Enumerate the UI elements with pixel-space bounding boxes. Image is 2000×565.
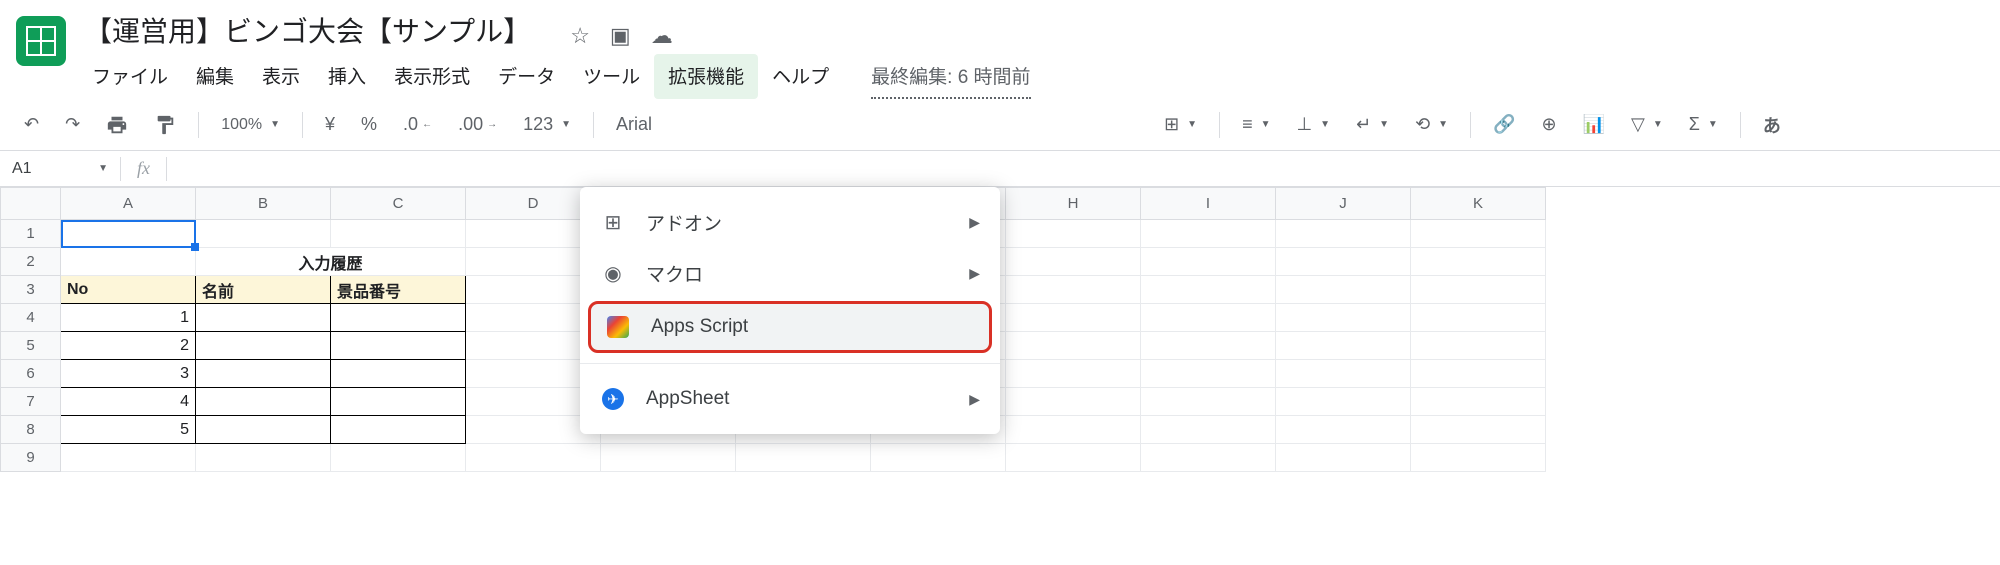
halign-button[interactable]: ≡▼	[1232, 108, 1280, 141]
row-header[interactable]: 6	[1, 360, 61, 388]
menu-format[interactable]: 表示形式	[380, 54, 484, 99]
dec-decrease-button[interactable]: .0←	[393, 108, 442, 141]
cell-A3[interactable]: No	[61, 276, 196, 304]
merge-button[interactable]: ⊞▼	[1154, 108, 1207, 141]
row-header[interactable]: 9	[1, 444, 61, 472]
document-title[interactable]: 【運営用】ビンゴ大会【サンプル】	[78, 12, 537, 51]
cell-C7[interactable]	[331, 388, 466, 416]
cell-C6[interactable]	[331, 360, 466, 388]
menu-item-appsheet[interactable]: ✈ AppSheet▶	[580, 374, 1000, 424]
chevron-right-icon: ▶	[969, 391, 980, 408]
macros-icon: ◉	[600, 261, 626, 287]
row-header[interactable]: 5	[1, 332, 61, 360]
chart-button[interactable]: 📊	[1573, 108, 1615, 141]
star-icon[interactable]: ☆	[570, 23, 590, 49]
percent-button[interactable]: %	[351, 108, 387, 141]
font-select[interactable]: Arial	[606, 108, 662, 141]
cell-B2[interactable]: 入力履歴	[196, 248, 466, 276]
link-button[interactable]: 🔗	[1483, 108, 1525, 141]
menu-item-macros[interactable]: ◉ マクロ▶	[580, 248, 1000, 299]
menu-data[interactable]: データ	[484, 54, 569, 99]
redo-button[interactable]: ↷	[55, 108, 90, 141]
chevron-right-icon: ▶	[969, 214, 980, 231]
select-all-corner[interactable]	[1, 188, 61, 220]
row-header[interactable]: 1	[1, 220, 61, 248]
cell-B7[interactable]	[196, 388, 331, 416]
ime-button[interactable]: あ	[1753, 106, 1791, 144]
fx-icon: fx	[121, 158, 166, 179]
menu-extensions[interactable]: 拡張機能	[654, 54, 758, 99]
col-header[interactable]: K	[1411, 188, 1546, 220]
comment-button[interactable]: ⊕	[1532, 108, 1567, 141]
menu-tools[interactable]: ツール	[569, 54, 654, 99]
cell-A5[interactable]: 2	[61, 332, 196, 360]
menu-item-addons[interactable]: ⊞ アドオン▶	[580, 197, 1000, 248]
cell-A8[interactable]: 5	[61, 416, 196, 444]
cell-B5[interactable]	[196, 332, 331, 360]
menu-item-apps-script[interactable]: Apps Script	[588, 301, 992, 353]
filter-button[interactable]: ▽▼	[1621, 108, 1673, 141]
row-header[interactable]: 7	[1, 388, 61, 416]
row-header[interactable]: 2	[1, 248, 61, 276]
menu-view[interactable]: 表示	[248, 54, 314, 99]
menu-help[interactable]: ヘルプ	[758, 54, 843, 99]
menubar: ファイル 編集 表示 挿入 表示形式 データ ツール 拡張機能 ヘルプ 最終編集…	[78, 54, 1031, 99]
print-button[interactable]	[96, 108, 138, 142]
extensions-menu: ⊞ アドオン▶ ◉ マクロ▶ Apps Script ✈ AppSheet▶	[580, 187, 1000, 434]
menu-edit[interactable]: 編集	[182, 54, 248, 99]
cell-C4[interactable]	[331, 304, 466, 332]
sheets-logo	[16, 16, 66, 66]
col-header[interactable]: I	[1141, 188, 1276, 220]
cell-A4[interactable]: 1	[61, 304, 196, 332]
appsheet-icon: ✈	[600, 386, 626, 412]
zoom-select[interactable]: 100%▼	[211, 110, 290, 140]
menu-file[interactable]: ファイル	[78, 54, 182, 99]
last-edit[interactable]: 最終編集: 6 時間前	[871, 54, 1030, 99]
undo-button[interactable]: ↶	[14, 108, 49, 141]
paint-format-button[interactable]	[144, 108, 186, 142]
toolbar: ↶ ↷ 100%▼ ¥ % .0← .00→ 123▼ Arial ⊞▼ ≡▼ …	[0, 99, 2000, 151]
move-icon[interactable]: ▣	[610, 23, 631, 49]
cell-C5[interactable]	[331, 332, 466, 360]
rotate-button[interactable]: ⟲▼	[1405, 108, 1458, 141]
cell-C8[interactable]	[331, 416, 466, 444]
col-header[interactable]: B	[196, 188, 331, 220]
addons-icon: ⊞	[600, 210, 626, 236]
wrap-button[interactable]: ↵▼	[1346, 108, 1399, 141]
col-header[interactable]: C	[331, 188, 466, 220]
dec-increase-button[interactable]: .00→	[448, 108, 507, 141]
currency-button[interactable]: ¥	[315, 108, 345, 141]
cell-B4[interactable]	[196, 304, 331, 332]
menu-insert[interactable]: 挿入	[314, 54, 380, 99]
name-box[interactable]: A1▼	[0, 160, 120, 178]
col-header[interactable]: J	[1276, 188, 1411, 220]
cell-A7[interactable]: 4	[61, 388, 196, 416]
cell-B6[interactable]	[196, 360, 331, 388]
cell-A6[interactable]: 3	[61, 360, 196, 388]
cell-B3[interactable]: 名前	[196, 276, 331, 304]
col-header[interactable]: H	[1006, 188, 1141, 220]
apps-script-icon	[605, 314, 631, 340]
row-header[interactable]: 4	[1, 304, 61, 332]
functions-button[interactable]: Σ▼	[1679, 108, 1728, 141]
cell-B8[interactable]	[196, 416, 331, 444]
cell-C3[interactable]: 景品番号	[331, 276, 466, 304]
row-header[interactable]: 8	[1, 416, 61, 444]
chevron-right-icon: ▶	[969, 265, 980, 282]
cell-A1[interactable]	[61, 220, 196, 248]
valign-button[interactable]: ⊥▼	[1286, 108, 1340, 141]
number-format-button[interactable]: 123▼	[513, 108, 581, 141]
cloud-icon[interactable]: ☁	[651, 23, 673, 49]
row-header[interactable]: 3	[1, 276, 61, 304]
col-header[interactable]: A	[61, 188, 196, 220]
